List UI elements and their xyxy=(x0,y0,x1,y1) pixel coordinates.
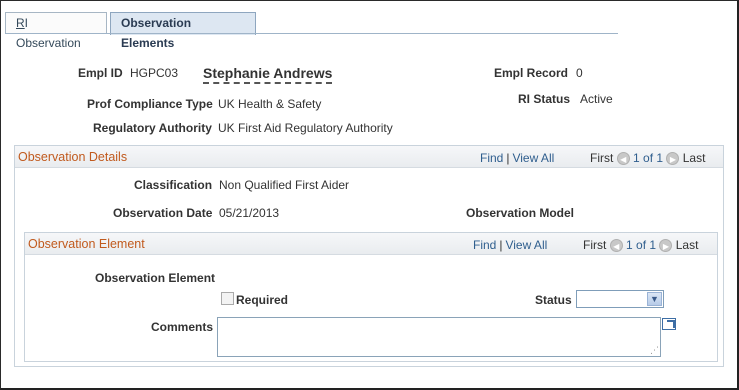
observation-element-label: Observation Element xyxy=(95,271,216,285)
find-link[interactable]: Find xyxy=(473,238,496,252)
empl-id-value: HGPC03 xyxy=(130,66,179,80)
tab-ri-observation-accesskey: R xyxy=(16,16,25,30)
status-label: Status xyxy=(535,293,572,307)
observation-element-nav: Find | View All xyxy=(473,238,547,252)
tab-ri-observation[interactable]: RI Observation xyxy=(5,12,107,50)
empl-id-label: Empl ID xyxy=(78,66,123,80)
page-indicator: 1 of 1 xyxy=(626,238,657,252)
observation-date-label: Observation Date xyxy=(113,206,213,220)
ri-status-value: Active xyxy=(580,92,613,106)
last-label: Last xyxy=(682,151,706,165)
view-all-link[interactable]: View All xyxy=(505,238,547,252)
prof-compliance-value: UK Health & Safety xyxy=(218,97,322,111)
first-label: First xyxy=(590,151,614,165)
reg-authority-label: Regulatory Authority xyxy=(93,121,212,135)
last-label: Last xyxy=(675,238,699,252)
status-select[interactable]: ▼ xyxy=(576,290,664,308)
observation-model-label: Observation Model xyxy=(466,206,575,220)
chevron-down-icon[interactable]: ▼ xyxy=(647,292,662,306)
observation-element-header: Observation Element Find | View All First … xyxy=(25,233,717,255)
observation-details-title: Observation Details xyxy=(18,150,128,164)
required-label: Required xyxy=(236,293,289,307)
observation-details-nav: Find | View All xyxy=(480,151,554,165)
employee-name: Stephanie Andrews xyxy=(203,65,333,84)
first-label: First xyxy=(583,238,607,252)
page-indicator: 1 of 1 xyxy=(633,151,664,165)
tab-observation-elements[interactable]: Observation Elements xyxy=(110,12,256,50)
observation-element-pager: First ◀ 1 of 1 ▶ Last xyxy=(583,238,699,253)
previous-row-icon[interactable]: ◀ xyxy=(616,152,630,166)
resize-grip-icon[interactable]: ⋰ xyxy=(650,345,659,356)
observation-element-title: Observation Element xyxy=(28,237,145,251)
view-all-link[interactable]: View All xyxy=(512,151,554,165)
previous-row-icon[interactable]: ◀ xyxy=(609,239,623,253)
classification-label: Classification xyxy=(134,178,213,192)
next-row-icon[interactable]: ▶ xyxy=(666,152,680,166)
find-link[interactable]: Find xyxy=(480,151,503,165)
tab-underline xyxy=(5,33,618,34)
reg-authority-value: UK First Aid Regulatory Authority xyxy=(218,121,393,135)
observation-details-pager: First ◀ 1 of 1 ▶ Last xyxy=(590,151,706,166)
classification-value: Non Qualified First Aider xyxy=(219,178,350,192)
empl-record-value: 0 xyxy=(576,66,583,80)
prof-compliance-label: Prof Compliance Type xyxy=(87,97,213,111)
next-row-icon[interactable]: ▶ xyxy=(659,239,673,253)
comments-textarea[interactable]: ⋰ xyxy=(217,317,661,357)
comments-label: Comments xyxy=(151,320,214,334)
observation-date-value: 05/21/2013 xyxy=(219,206,280,220)
expand-icon[interactable] xyxy=(662,318,676,330)
observation-details-header: Observation Details Find | View All First … xyxy=(15,146,723,168)
empl-record-label: Empl Record xyxy=(494,66,569,80)
ri-status-label: RI Status xyxy=(518,92,571,106)
required-checkbox[interactable] xyxy=(221,292,234,305)
